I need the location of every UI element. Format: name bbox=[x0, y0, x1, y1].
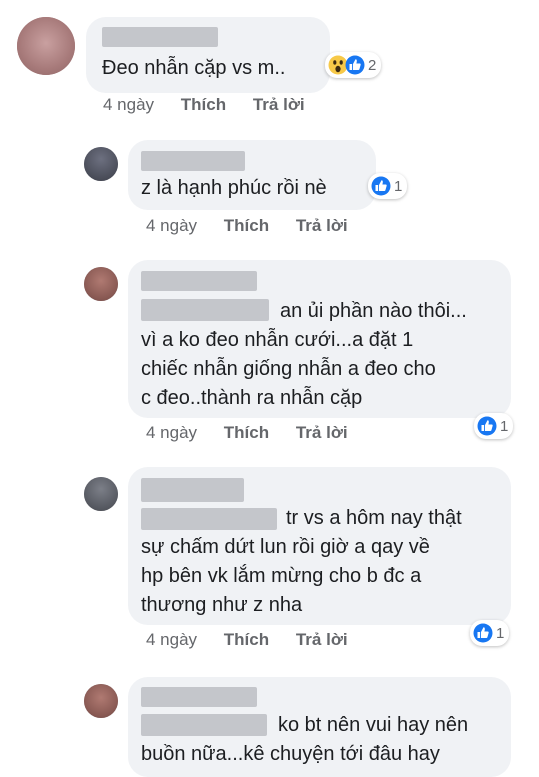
avatar[interactable] bbox=[84, 477, 118, 511]
reply-meta: 4 ngày Thích Trả lời bbox=[146, 630, 348, 650]
reply-text-line: hp bên vk lắm mừng cho b đc a bbox=[141, 565, 422, 587]
comment-bubble: Đeo nhẫn cặp vs m.. bbox=[86, 17, 330, 93]
timestamp[interactable]: 4 ngày bbox=[146, 630, 197, 649]
like-button[interactable]: Thích bbox=[224, 216, 269, 235]
reply-button[interactable]: Trả lời bbox=[296, 423, 348, 442]
reply-text-line: thương như z nha bbox=[141, 594, 303, 616]
reply-text-line: chiếc nhẫn giống nhẫn a đeo cho bbox=[141, 358, 436, 380]
redacted-author-name[interactable] bbox=[102, 27, 218, 47]
reaction-count: 1 bbox=[496, 624, 505, 642]
reply-bubble: an ủi phần nào thôi... vì a ko đeo nhẫn … bbox=[128, 260, 511, 418]
like-button[interactable]: Thích bbox=[224, 630, 269, 649]
reaction-count: 2 bbox=[368, 56, 377, 74]
like-button[interactable]: Thích bbox=[224, 423, 269, 442]
reply-text-line: an ủi phần nào thôi... bbox=[280, 300, 467, 322]
comment-meta: 4 ngày Thích Trả lời bbox=[103, 95, 305, 115]
redacted-author-name[interactable] bbox=[141, 271, 257, 291]
reaction-summary[interactable]: 1 bbox=[470, 620, 510, 646]
redacted-mention[interactable] bbox=[141, 714, 267, 736]
reaction-count: 1 bbox=[394, 177, 403, 195]
reply-text-line: ko bt nên vui hay nên bbox=[278, 714, 469, 736]
reply-text-line: tr vs a hôm nay thật bbox=[286, 507, 462, 529]
avatar[interactable] bbox=[84, 267, 118, 301]
reply-bubble: ko bt nên vui hay nên buồn nữa...kê chuy… bbox=[128, 677, 511, 777]
avatar[interactable] bbox=[84, 147, 118, 181]
reaction-summary[interactable]: 2 bbox=[325, 52, 382, 78]
reaction-summary[interactable]: 1 bbox=[368, 173, 408, 199]
reply-button[interactable]: Trả lời bbox=[296, 216, 348, 235]
like-icon bbox=[473, 623, 493, 643]
like-icon bbox=[477, 416, 497, 436]
reply-text-line: vì a ko đeo nhẫn cưới...a đặt 1 bbox=[141, 329, 414, 351]
like-icon bbox=[345, 55, 365, 75]
redacted-author-name[interactable] bbox=[141, 151, 245, 171]
timestamp[interactable]: 4 ngày bbox=[146, 216, 197, 235]
reply-text-line: c đeo..thành ra nhẫn cặp bbox=[141, 387, 363, 409]
reply-bubble: tr vs a hôm nay thật sự chấm dứt lun rồi… bbox=[128, 467, 511, 625]
reaction-count: 1 bbox=[500, 417, 509, 435]
avatar[interactable] bbox=[17, 17, 75, 75]
reply-button[interactable]: Trả lời bbox=[296, 630, 348, 649]
reply-text: z là hạnh phúc rồi nè bbox=[141, 177, 327, 199]
reply-bubble: z là hạnh phúc rồi nè bbox=[128, 140, 376, 210]
like-icon bbox=[371, 176, 391, 196]
reply-meta: 4 ngày Thích Trả lời bbox=[146, 216, 348, 236]
redacted-mention[interactable] bbox=[141, 299, 269, 321]
like-button[interactable]: Thích bbox=[181, 95, 226, 114]
reply-text-line: buồn nữa...kê chuyện tới đâu hay bbox=[141, 743, 440, 765]
redacted-author-name[interactable] bbox=[141, 478, 244, 502]
reaction-summary[interactable]: 1 bbox=[474, 413, 514, 439]
comment-text: Đeo nhẫn cặp vs m.. bbox=[102, 57, 286, 79]
reply-text-line: sự chấm dứt lun rồi giờ a qay về bbox=[141, 536, 430, 558]
redacted-author-name[interactable] bbox=[141, 687, 257, 707]
reply-meta: 4 ngày Thích Trả lời bbox=[146, 423, 348, 443]
redacted-mention[interactable] bbox=[141, 508, 277, 530]
reply-button[interactable]: Trả lời bbox=[253, 95, 305, 114]
avatar[interactable] bbox=[84, 684, 118, 718]
timestamp[interactable]: 4 ngày bbox=[103, 95, 154, 114]
timestamp[interactable]: 4 ngày bbox=[146, 423, 197, 442]
